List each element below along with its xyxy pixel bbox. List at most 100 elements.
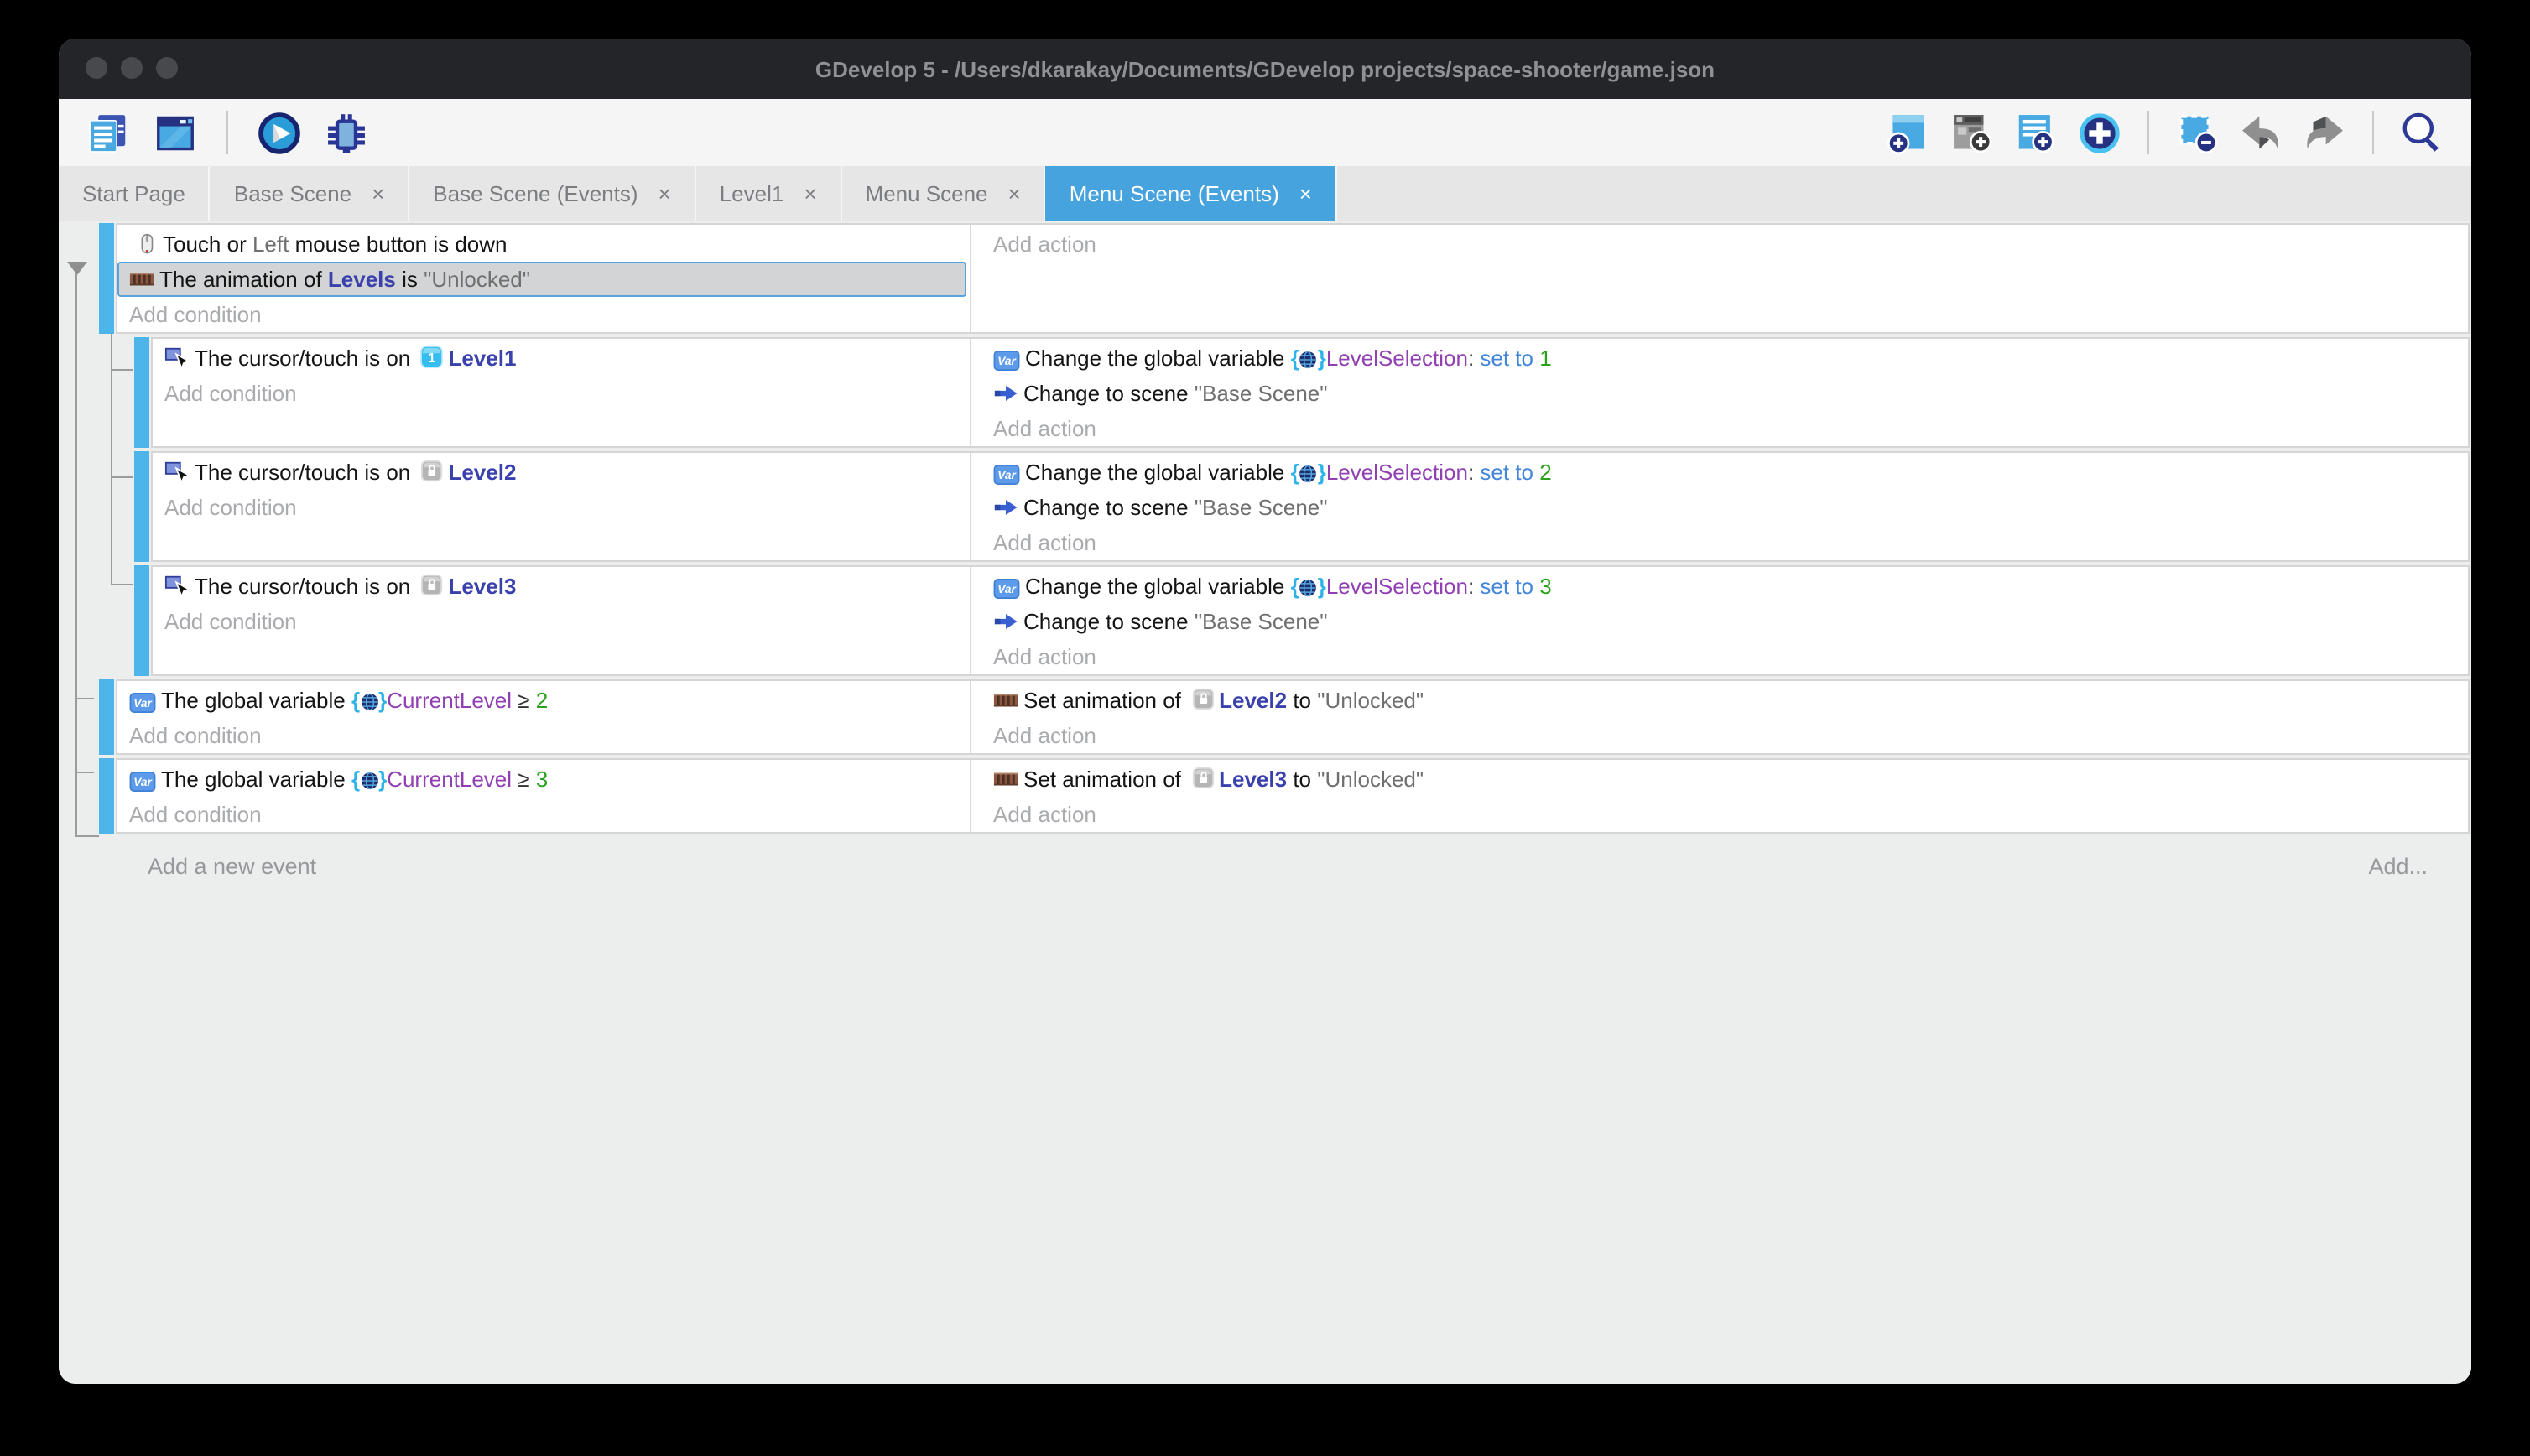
toolbar-left-group <box>86 110 369 155</box>
close-tab-icon[interactable]: × <box>1299 181 1312 206</box>
tab-label: Menu Scene <box>866 181 988 206</box>
tab-menu-scene[interactable]: Menu Scene × <box>842 166 1046 221</box>
event-indent-bar <box>99 223 114 334</box>
condition-global-variable[interactable]: Var The global variable { }CurrentLevel … <box>117 762 970 797</box>
close-tab-icon[interactable]: × <box>372 181 384 206</box>
tab-label: Base Scene <box>234 181 351 206</box>
variable-icon: Var <box>993 351 1020 371</box>
add-condition-link[interactable]: Add condition <box>153 604 970 639</box>
tab-bar: Start Page Base Scene × Base Scene (Event… <box>59 166 2471 221</box>
add-condition-link[interactable]: Add condition <box>117 718 970 753</box>
undo-icon <box>2238 110 2283 155</box>
add-action-link[interactable]: Add action <box>981 797 2468 832</box>
add-condition-link[interactable]: Add condition <box>117 797 970 832</box>
play-button[interactable] <box>257 110 302 155</box>
action-change-scene[interactable]: Change to scene "Base Scene" <box>981 376 2468 411</box>
operator-text: set to <box>1474 346 1539 371</box>
traffic-light-zoom[interactable] <box>156 57 178 79</box>
actions-column: Var Change the global variable { }LevelS… <box>970 453 2468 560</box>
traffic-light-minimize[interactable] <box>121 57 143 79</box>
window-title: GDevelop 5 - /Users/dkarakay/Documents/G… <box>815 56 1715 81</box>
condition-text: Touch or <box>163 231 252 257</box>
object-icon-lock <box>1190 765 1216 790</box>
string-param: "Base Scene" <box>1195 495 1328 520</box>
action-change-variable[interactable]: Var Change the global variable { }LevelS… <box>981 569 2468 604</box>
action-change-scene[interactable]: Change to scene "Base Scene" <box>981 490 2468 525</box>
operator-text: ≥ <box>512 688 536 713</box>
sub-event[interactable]: The cursor/touch is on Level2 Add condit… <box>151 451 2470 562</box>
condition-cursor-on[interactable]: The cursor/touch is on Level3 <box>153 569 970 604</box>
string-param: "Unlocked" <box>424 267 530 292</box>
condition-text: The global variable <box>161 767 351 792</box>
action-text: Change to scene <box>1023 609 1195 634</box>
cursor-on-icon <box>164 460 190 485</box>
condition-cursor-on[interactable]: The cursor/touch is on 1 Level1 <box>153 341 970 376</box>
project-manager-button[interactable] <box>86 110 131 155</box>
tab-level1[interactable]: Level1× <box>696 166 842 221</box>
condition-text: The animation of <box>159 267 328 292</box>
condition-text: mouse button is down <box>289 231 507 257</box>
add-action-link[interactable]: Add action <box>981 226 2468 262</box>
event[interactable]: Var The global variable { }CurrentLevel … <box>116 758 2470 834</box>
condition-global-variable[interactable]: Var The global variable { }CurrentLevel … <box>117 683 970 718</box>
condition-param: Left <box>252 231 289 257</box>
search-button[interactable] <box>2399 110 2444 155</box>
add-new-anything-button[interactable] <box>2077 110 2122 155</box>
condition-cursor-on[interactable]: The cursor/touch is on Level2 <box>153 455 970 490</box>
svg-text:Var: Var <box>133 697 152 710</box>
delete-selection-button[interactable] <box>2174 110 2220 155</box>
redo-button[interactable] <box>2302 110 2347 155</box>
event[interactable]: Var The global variable { }CurrentLevel … <box>116 679 2470 755</box>
add-condition-link[interactable]: Add condition <box>153 376 970 411</box>
action-set-animation[interactable]: Set animation of Level2 to "Unlocked" <box>981 683 2468 718</box>
global-variable-icon: { <box>1291 460 1299 485</box>
sub-event[interactable]: The cursor/touch is on 1 Level1 Add cond… <box>151 337 2470 448</box>
add-comment-button[interactable] <box>2013 110 2059 155</box>
tab-menu-scene-events[interactable]: Menu Scene (Events)× <box>1046 166 1337 221</box>
add-event-button[interactable] <box>1886 110 1931 155</box>
close-tab-icon[interactable]: × <box>1008 181 1021 206</box>
undo-button[interactable] <box>2238 110 2283 155</box>
global-variable-icon: { <box>1291 574 1299 599</box>
globe-icon <box>360 772 378 790</box>
scene-editor-button[interactable] <box>153 110 198 155</box>
action-change-variable[interactable]: Var Change the global variable { }LevelS… <box>981 341 2468 376</box>
tab-base-scene-events[interactable]: Base Scene (Events)× <box>409 166 695 221</box>
add-action-link[interactable]: Add action <box>981 411 2468 446</box>
add-action-link[interactable]: Add action <box>981 718 2468 753</box>
action-text: Set animation of <box>1023 767 1187 792</box>
condition-animation-selected[interactable]: The animation of Levels is "Unlocked" <box>117 262 966 297</box>
object-name: Level3 <box>448 574 516 599</box>
add-action-link[interactable]: Add action <box>981 525 2468 560</box>
fold-triangle-icon[interactable] <box>67 262 87 275</box>
add-condition-link[interactable]: Add condition <box>117 297 970 332</box>
traffic-light-close[interactable] <box>86 57 107 79</box>
close-tab-icon[interactable]: × <box>659 181 671 206</box>
tree-line <box>75 273 77 835</box>
action-change-scene[interactable]: Change to scene "Base Scene" <box>981 604 2468 639</box>
play-icon <box>257 108 302 157</box>
add-condition-link[interactable]: Add condition <box>153 490 970 525</box>
add-action-link[interactable]: Add action <box>981 639 2468 674</box>
variable-icon: Var <box>993 465 1020 485</box>
tree-line <box>111 369 133 371</box>
global-variable-icon: { <box>351 767 360 792</box>
action-set-animation[interactable]: Set animation of Level3 to "Unlocked" <box>981 762 2468 797</box>
cursor-on-icon <box>164 346 190 371</box>
svg-text:Var: Var <box>133 776 152 788</box>
condition-touch-mouse[interactable]: Touch or Left mouse button is down <box>117 226 970 262</box>
add-subevent-button[interactable] <box>1950 110 1995 155</box>
add-more-link[interactable]: Add... <box>2368 849 2428 886</box>
debug-button[interactable] <box>324 110 369 155</box>
close-tab-icon[interactable]: × <box>804 181 816 206</box>
sub-event[interactable]: The cursor/touch is on Level3 Add condit… <box>151 565 2470 676</box>
tab-start-page[interactable]: Start Page <box>59 166 211 221</box>
add-new-event-link[interactable]: Add a new event <box>59 854 316 879</box>
action-text: to <box>1287 688 1317 713</box>
svg-text:Var: Var <box>997 583 1016 595</box>
event[interactable]: Touch or Left mouse button is down The a… <box>116 223 2470 334</box>
tree-line <box>111 584 133 585</box>
action-change-variable[interactable]: Var Change the global variable { }LevelS… <box>981 455 2468 490</box>
tab-base-scene[interactable]: Base Scene × <box>211 166 409 221</box>
condition-text: The cursor/touch is on <box>195 574 416 599</box>
